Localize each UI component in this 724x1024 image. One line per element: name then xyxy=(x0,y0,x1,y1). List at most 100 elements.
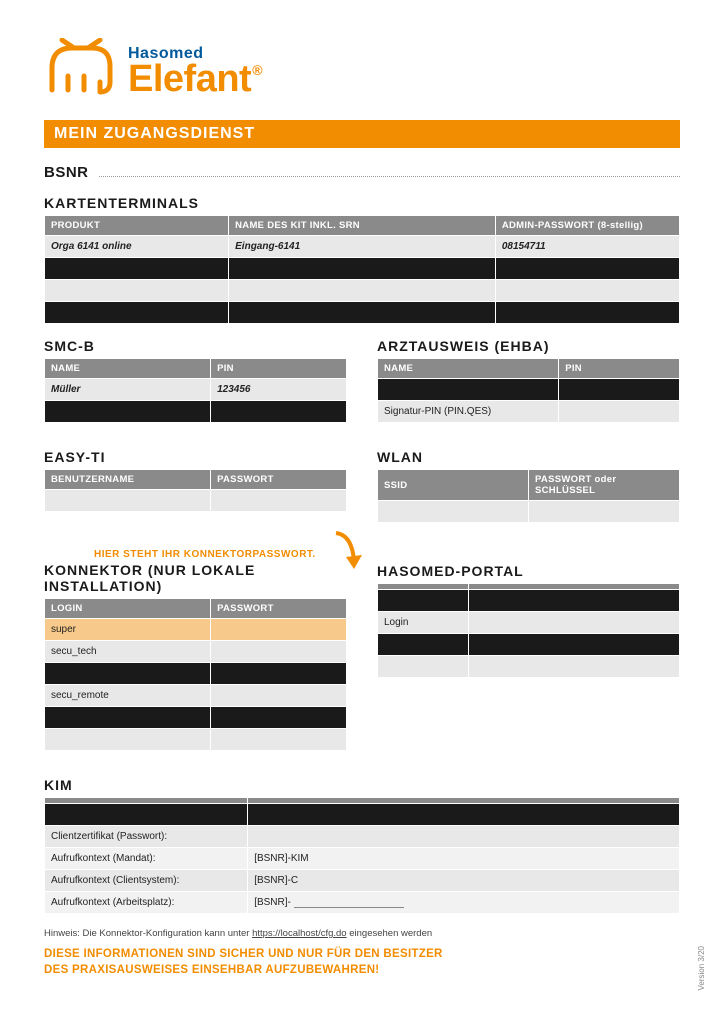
ehba-table: NAMEPIN Karten-PIN (PIN.CH) Signatur-PIN… xyxy=(377,358,680,423)
portal-heading: HASOMED-PORTAL xyxy=(377,563,680,579)
section-ehba: ARZTAUSWEIS (EHBA) NAMEPIN Karten-PIN (P… xyxy=(377,338,680,423)
karten-table: PRODUKT NAME DES KIT INKL. SRN ADMIN-PAS… xyxy=(44,215,680,324)
smcb-r2c2[interactable] xyxy=(211,401,347,423)
kim-r3-label: Aufrufkontext (Clientsystem): xyxy=(45,870,248,892)
karten-r1c2[interactable]: Eingang-6141 xyxy=(229,236,496,258)
kim-r2-label: Aufrufkontext (Mandat): xyxy=(45,848,248,870)
konn-login-0[interactable]: super xyxy=(45,619,211,641)
konn-pass-5[interactable] xyxy=(211,729,347,751)
kim-r1-val[interactable] xyxy=(248,826,680,848)
logo-brand-bottom: Elefant xyxy=(128,60,251,98)
smcb-pin[interactable]: 123456 xyxy=(211,379,347,401)
wlan-ssid[interactable] xyxy=(378,501,529,523)
ehba-r1c2[interactable] xyxy=(559,379,680,401)
konn-pass-0[interactable] xyxy=(211,619,347,641)
smcb-col1: PIN xyxy=(211,359,347,379)
logo: Hasomed Elefant ® xyxy=(44,38,680,98)
ehba-heading: ARZTAUSWEIS (EHBA) xyxy=(377,338,680,354)
kim-r4-val[interactable]: [BSNR]- xyxy=(248,892,680,914)
wlan-col0: SSID xyxy=(378,470,529,501)
smcb-heading: SMC-B xyxy=(44,338,347,354)
konn-pass-2[interactable] xyxy=(211,663,347,685)
logo-text: Hasomed Elefant ® xyxy=(128,46,263,98)
portal-pass-label: Passwort xyxy=(378,634,469,656)
easyti-col1: PASSWORT xyxy=(211,470,347,490)
kim-r1-label: Clientzertifikat (Passwort): xyxy=(45,826,248,848)
section-wlan: WLAN SSIDPASSWORT oder SCHLÜSSEL xyxy=(377,449,680,523)
karten-r4c3[interactable] xyxy=(495,302,679,324)
portal-pass-val[interactable] xyxy=(468,634,679,656)
karten-r2c2[interactable] xyxy=(229,258,496,280)
ehba-r2c1[interactable]: Signatur-PIN (PIN.QES) xyxy=(378,401,559,423)
smcb-name[interactable]: Müller xyxy=(45,379,211,401)
kim-r0-val[interactable] xyxy=(248,804,680,826)
kim-heading: KIM xyxy=(44,777,680,793)
ehba-col0: NAME xyxy=(378,359,559,379)
portal-login-label: Login xyxy=(378,612,469,634)
bsnr-row: BSNR xyxy=(44,164,680,181)
karten-r1c1[interactable]: Orga 6141 online xyxy=(45,236,229,258)
konn-col0: LOGIN xyxy=(45,599,211,619)
portal-login-val[interactable] xyxy=(468,612,679,634)
konn-pass-4[interactable] xyxy=(211,707,347,729)
footnote-link[interactable]: https://localhost/cfg.do xyxy=(252,928,347,939)
konn-login-1[interactable]: secu_tech xyxy=(45,641,211,663)
wlan-col1: PASSWORT oder SCHLÜSSEL xyxy=(529,470,680,501)
karten-r4c1[interactable] xyxy=(45,302,229,324)
ehba-r2c2[interactable] xyxy=(559,401,680,423)
easyti-user[interactable] xyxy=(45,490,211,512)
karten-r3c3[interactable] xyxy=(495,280,679,302)
konn-login-3[interactable]: secu_remote xyxy=(45,685,211,707)
ehba-col1: PIN xyxy=(559,359,680,379)
portal-url-label: URL xyxy=(378,590,469,612)
konnektor-hint: HIER STEHT IHR KONNEKTORPASSWORT. xyxy=(94,549,347,560)
karten-col-2: ADMIN-PASSWORT (8-stellig) xyxy=(495,216,679,236)
smcb-r2c1[interactable] xyxy=(45,401,211,423)
karten-r3c2[interactable] xyxy=(229,280,496,302)
portal-table: URLhttps://hasomed.tik/webtik.de Login P… xyxy=(377,583,680,678)
kim-r3-val[interactable]: [BSNR]-C xyxy=(248,870,680,892)
easyti-pass[interactable] xyxy=(211,490,347,512)
portal-empty-l[interactable] xyxy=(378,656,469,678)
smcb-col0: NAME xyxy=(45,359,211,379)
konn-login-2[interactable]: secu_local xyxy=(45,663,211,685)
karten-r4c2[interactable] xyxy=(229,302,496,324)
logo-registered: ® xyxy=(252,63,262,77)
section-easyti: EASY-TI BENUTZERNAMEPASSWORT xyxy=(44,449,347,512)
bsnr-input-line[interactable] xyxy=(99,165,680,177)
section-portal: HASOMED-PORTAL URLhttps://hasomed.tik/we… xyxy=(377,549,680,678)
kim-r4-label: Aufrufkontext (Arbeitsplatz): xyxy=(45,892,248,914)
karten-r3c1[interactable] xyxy=(45,280,229,302)
karten-r1c3[interactable]: 08154711 xyxy=(495,236,679,258)
kim-r2-val[interactable]: [BSNR]-KIM xyxy=(248,848,680,870)
konn-pass-1[interactable] xyxy=(211,641,347,663)
wlan-pass[interactable] xyxy=(529,501,680,523)
konn-col1: PASSWORT xyxy=(211,599,347,619)
section-kartenterminals: KARTENTERMINALS PRODUKT NAME DES KIT INK… xyxy=(44,195,680,324)
konnektor-table: LOGINPASSWORT super secu_tech secu_local… xyxy=(44,598,347,751)
karten-r2c1[interactable] xyxy=(45,258,229,280)
section-smcb: SMC-B NAMEPIN Müller123456 xyxy=(44,338,347,423)
section-kim: KIM Clientzertifikat (Speicherort): Clie… xyxy=(44,777,680,914)
wlan-heading: WLAN xyxy=(377,449,680,465)
section-konnektor: HIER STEHT IHR KONNEKTORPASSWORT. KONNEK… xyxy=(44,549,347,751)
footnote: Hinweis: Die Konnektor-Konfiguration kan… xyxy=(44,928,680,939)
wlan-table: SSIDPASSWORT oder SCHLÜSSEL xyxy=(377,469,680,523)
karten-r2c3[interactable] xyxy=(495,258,679,280)
easyti-col0: BENUTZERNAME xyxy=(45,470,211,490)
kim-r0-label: Clientzertifikat (Speicherort): xyxy=(45,804,248,826)
karten-heading: KARTENTERMINALS xyxy=(44,195,680,211)
konn-pass-3[interactable] xyxy=(211,685,347,707)
karten-col-1: NAME DES KIT INKL. SRN xyxy=(229,216,496,236)
konn-login-5[interactable] xyxy=(45,729,211,751)
konn-login-4[interactable]: Geheimnis xyxy=(45,707,211,729)
elephant-icon xyxy=(44,38,122,98)
smcb-table: NAMEPIN Müller123456 xyxy=(44,358,347,423)
portal-empty-r[interactable] xyxy=(468,656,679,678)
portal-url-val[interactable]: https://hasomed.tik/webtik.de xyxy=(468,590,679,612)
kim-table: Clientzertifikat (Speicherort): Clientze… xyxy=(44,797,680,914)
page-title: MEIN ZUGANGSDIENST xyxy=(44,120,680,148)
warning-text: DIESE INFORMATIONEN SIND SICHER UND NUR … xyxy=(44,947,680,978)
easyti-table: BENUTZERNAMEPASSWORT xyxy=(44,469,347,512)
ehba-r1c1[interactable]: Karten-PIN (PIN.CH) xyxy=(378,379,559,401)
